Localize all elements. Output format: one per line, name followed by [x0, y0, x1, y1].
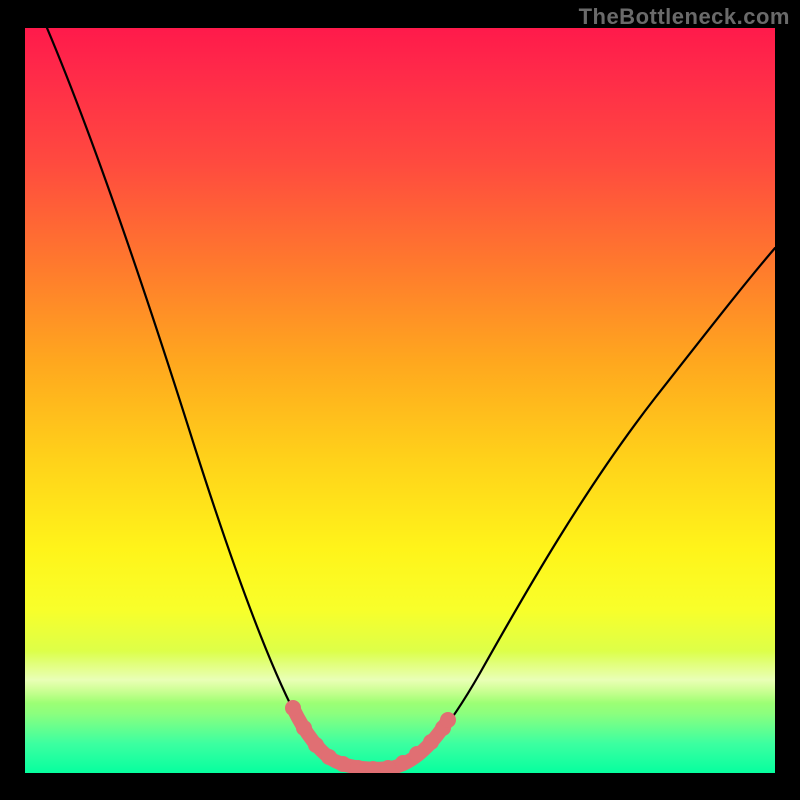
background-gradient [25, 28, 775, 773]
plot-area [25, 28, 775, 773]
chart-frame: TheBottleneck.com [0, 0, 800, 800]
watermark-text: TheBottleneck.com [579, 4, 790, 30]
